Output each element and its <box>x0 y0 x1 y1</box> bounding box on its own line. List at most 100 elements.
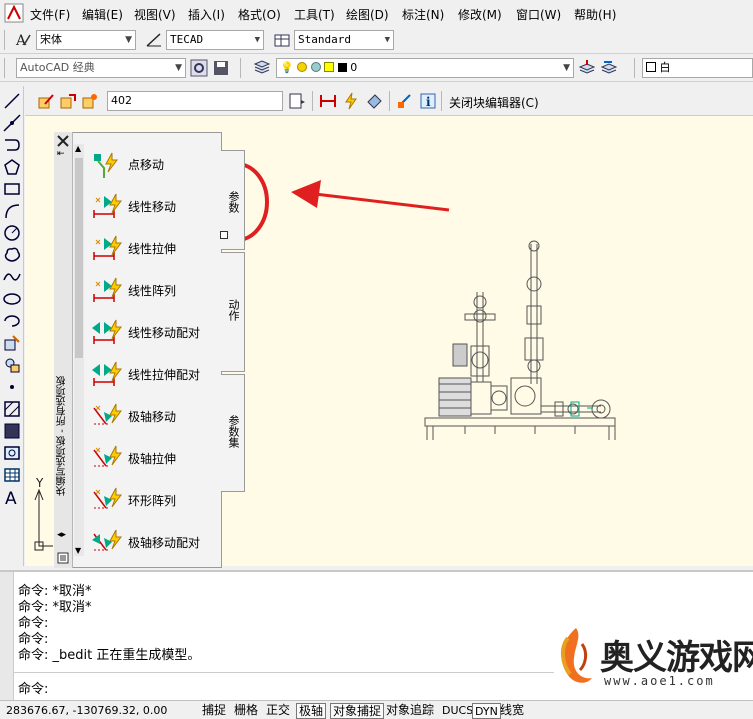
dimension-style-select[interactable]: TECAD ▼ <box>166 30 264 50</box>
dimension-style-icon[interactable] <box>145 31 163 49</box>
palette-properties-icon[interactable] <box>57 552 69 564</box>
layer-previous-icon[interactable] <box>600 59 618 77</box>
menu-bar: 文件(F) 编辑(E) 视图(V) 插入(I) 格式(O) 工具(T) 绘图(D… <box>0 0 753 26</box>
text-style-icon[interactable]: A <box>14 31 32 49</box>
coordinates-readout: 283676.67, -130769.32, 0.00 <box>6 704 168 717</box>
annotation-arrow <box>314 192 450 212</box>
palette-item-circular-array[interactable]: 环形阵列 <box>90 480 220 522</box>
save-block-as-icon[interactable] <box>81 92 99 110</box>
snap-toggle[interactable]: 捕捉 <box>200 703 228 719</box>
ducs-toggle[interactable]: DUCS <box>440 703 475 719</box>
menu-modify[interactable]: 修改(M) <box>458 6 502 23</box>
construction-line-icon[interactable] <box>3 114 21 132</box>
polar-toggle[interactable]: 极轴 <box>296 703 327 719</box>
palette-dock-icon[interactable]: ◂▸ <box>57 530 66 540</box>
block-name-field[interactable]: 402 <box>107 91 283 111</box>
menu-dimension[interactable]: 标注(N) <box>402 6 444 23</box>
block-authoring-palette[interactable]: ⇤ 块编写选项板 - 所有选项板 ◂▸ ▲ ▼ 点移动 线性移动 线性拉伸 线性… <box>54 132 245 570</box>
tab-parameters[interactable]: 参数 <box>220 150 245 250</box>
palette-titlebar[interactable]: ⇤ 块编写选项板 - 所有选项板 ◂▸ <box>54 132 73 568</box>
palette-item-linear-move[interactable]: 线性移动 <box>90 186 220 228</box>
app-logo-icon[interactable] <box>4 3 24 23</box>
palette-item-linear-array[interactable]: 线性阵列 <box>90 270 220 312</box>
palette-autohide-icon[interactable]: ⇤ <box>57 149 65 159</box>
polyline-tool-icon[interactable] <box>3 136 21 154</box>
linear-stretch-pair-icon <box>92 361 122 386</box>
layer-manager-icon[interactable] <box>253 59 271 77</box>
menu-view[interactable]: 视图(V) <box>134 6 176 23</box>
ortho-toggle[interactable]: 正交 <box>264 703 292 719</box>
menu-tools[interactable]: 工具(T) <box>294 6 335 23</box>
info-icon[interactable]: i <box>419 92 437 110</box>
hatch-tool-icon[interactable] <box>3 400 21 418</box>
ucs-y-label: Y <box>35 476 44 490</box>
palette-item-polar-move[interactable]: 极轴移动 <box>90 396 220 438</box>
parameter-icon[interactable] <box>319 92 337 110</box>
command-window-handle[interactable] <box>0 572 14 700</box>
action-icon[interactable] <box>342 92 360 110</box>
ellipse-arc-tool-icon[interactable] <box>3 312 21 330</box>
rectangle-tool-icon[interactable] <box>3 180 21 198</box>
tab-actions[interactable]: 动作 <box>221 252 245 372</box>
palette-item-polar-move-pair[interactable]: 极轴移动配对 <box>90 522 220 564</box>
otrack-toggle[interactable]: 对象追踪 <box>384 703 436 719</box>
table-style-icon[interactable] <box>273 31 291 49</box>
lineweight-toggle[interactable]: 线宽 <box>498 703 526 719</box>
region-tool-icon[interactable] <box>3 444 21 462</box>
font-select[interactable]: 宋体 ▼ <box>36 30 136 50</box>
circular-array-icon <box>93 487 122 509</box>
tab-parameter-sets[interactable]: 参数集 <box>221 374 245 492</box>
insert-block-icon[interactable] <box>3 334 21 352</box>
palette-item-linear-stretch-pair[interactable]: 线性拉伸配对 <box>90 354 220 396</box>
annotation-arrowhead <box>291 180 321 208</box>
make-block-icon[interactable] <box>3 356 21 374</box>
workspace-save-icon[interactable] <box>212 59 230 77</box>
table-style-select[interactable]: Standard ▼ <box>294 30 394 50</box>
menu-edit[interactable]: 编辑(E) <box>82 6 123 23</box>
circle-tool-icon[interactable] <box>3 224 21 242</box>
spline-tool-icon[interactable] <box>3 268 21 286</box>
menu-draw[interactable]: 绘图(D) <box>346 6 389 23</box>
palette-item-point-move[interactable]: 点移动 <box>90 144 220 186</box>
edit-block-definition-icon[interactable] <box>37 92 55 110</box>
menu-help[interactable]: 帮助(H) <box>574 6 616 23</box>
block-editor-toolbar: 402 i 关闭块编辑器(C) <box>25 86 753 116</box>
save-block-definition-icon[interactable] <box>59 92 77 110</box>
gradient-tool-icon[interactable] <box>3 422 21 440</box>
grid-toggle[interactable]: 栅格 <box>232 703 260 719</box>
menu-format[interactable]: 格式(O) <box>238 6 281 23</box>
authoring-palettes-icon[interactable] <box>288 92 306 110</box>
command-window[interactable]: 命令: *取消* 命令: *取消* 命令: 命令: 命令: _bedit 正在重… <box>0 570 753 700</box>
table-tool-icon[interactable] <box>3 466 21 484</box>
make-object-layer-current-icon[interactable] <box>578 59 596 77</box>
menu-insert[interactable]: 插入(I) <box>188 6 225 23</box>
styles-toolbar: A 宋体 ▼ TECAD ▼ Standard ▼ <box>0 26 753 54</box>
menu-file[interactable]: 文件(F) <box>30 6 70 23</box>
ellipse-tool-icon[interactable] <box>3 290 21 308</box>
layer-select[interactable]: 💡 0 ▼ <box>276 58 574 78</box>
palette-scroll-thumb[interactable] <box>75 158 83 358</box>
dyn-toggle[interactable]: DYN <box>472 703 501 719</box>
arc-tool-icon[interactable] <box>3 202 21 220</box>
palette-close-icon[interactable] <box>57 135 69 147</box>
close-block-editor-button[interactable]: 关闭块编辑器(C) <box>449 94 539 111</box>
command-prompt[interactable]: 命令: <box>18 678 48 697</box>
attribute-definition-icon[interactable] <box>365 92 383 110</box>
point-tool-icon[interactable] <box>3 378 21 396</box>
svg-text:A: A <box>15 33 27 49</box>
polygon-tool-icon[interactable] <box>3 158 21 176</box>
ucs-icon <box>34 488 53 551</box>
palette-item-linear-move-pair[interactable]: 线性移动配对 <box>90 312 220 354</box>
line-tool-icon[interactable] <box>3 92 21 110</box>
workspace-select[interactable]: AutoCAD 经典 ▼ <box>16 58 186 78</box>
workspace-settings-icon[interactable] <box>190 59 208 77</box>
osnap-toggle[interactable]: 对象捕捉 <box>330 703 385 719</box>
multiline-text-icon[interactable]: A <box>3 488 21 506</box>
palette-item-polar-stretch[interactable]: 极轴拉伸 <box>90 438 220 480</box>
revision-cloud-icon[interactable] <box>3 246 21 264</box>
menu-window[interactable]: 窗口(W) <box>516 6 561 23</box>
palette-scrollbar[interactable]: ▲ ▼ <box>74 144 84 556</box>
palette-item-linear-stretch[interactable]: 线性拉伸 <box>90 228 220 270</box>
update-parameter-action-icon[interactable] <box>396 92 414 110</box>
color-select[interactable]: 白 <box>642 58 753 78</box>
